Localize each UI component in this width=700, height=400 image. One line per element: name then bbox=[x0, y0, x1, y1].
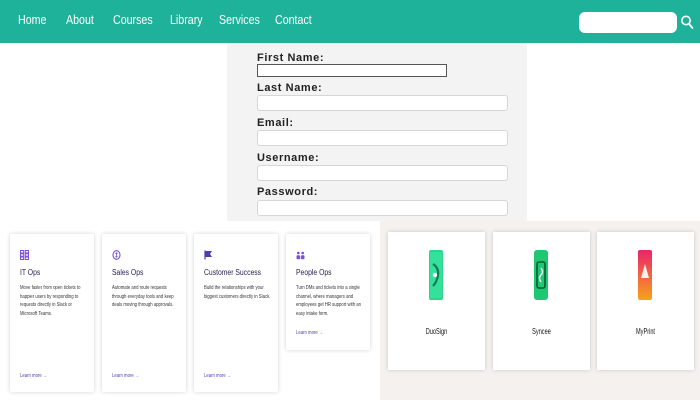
app-card-myprint[interactable]: MyPrint bbox=[597, 232, 694, 370]
app-name: Syncee bbox=[532, 327, 551, 336]
card-it-ops: IT Ops Move faster from open tickets to … bbox=[10, 234, 94, 392]
password-label: Password: bbox=[257, 186, 319, 198]
nav-link-services[interactable]: Services bbox=[219, 12, 260, 27]
learn-more-link[interactable]: Learn more → bbox=[112, 373, 139, 379]
last-name-label: Last Name: bbox=[257, 82, 323, 94]
search-input[interactable] bbox=[579, 12, 677, 33]
signup-form: First Name: Last Name: Email: Username: … bbox=[227, 43, 527, 221]
nav-link-library[interactable]: Library bbox=[170, 12, 203, 27]
username-label: Username: bbox=[257, 152, 320, 164]
username-field[interactable] bbox=[257, 165, 508, 181]
duosign-logo-icon bbox=[429, 250, 443, 300]
nav-link-contact[interactable]: Contact bbox=[275, 12, 312, 27]
card-description: Build the relationships with your bigges… bbox=[204, 285, 271, 300]
app-name: DuoSign bbox=[425, 327, 448, 336]
first-name-field[interactable] bbox=[257, 64, 447, 77]
myprint-logo-icon bbox=[638, 250, 652, 300]
app-card-syncee[interactable]: Syncee bbox=[493, 232, 590, 370]
nav-link-courses[interactable]: Courses bbox=[113, 12, 153, 27]
sales-icon bbox=[112, 250, 121, 260]
card-title: Sales Ops bbox=[112, 268, 144, 277]
people-icon bbox=[296, 251, 305, 260]
learn-more-link[interactable]: Learn more → bbox=[204, 373, 231, 379]
app-card-duosign[interactable]: DuoSign bbox=[388, 232, 485, 370]
learn-more-link[interactable]: Learn more → bbox=[20, 373, 47, 379]
card-title: People Ops bbox=[296, 268, 332, 277]
nav-link-home[interactable]: Home bbox=[18, 12, 46, 27]
search-icon[interactable] bbox=[680, 14, 694, 30]
app-name: MyPrint bbox=[636, 327, 655, 336]
nav-link-about[interactable]: About bbox=[66, 12, 94, 27]
email-field[interactable] bbox=[257, 130, 508, 146]
flag-icon bbox=[204, 250, 212, 260]
card-customer-success: Customer Success Build the relationships… bbox=[194, 234, 278, 392]
grid-icon bbox=[20, 250, 29, 260]
first-name-label: First Name: bbox=[257, 52, 325, 64]
last-name-field[interactable] bbox=[257, 95, 508, 111]
email-label: Email: bbox=[257, 117, 294, 129]
card-title: Customer Success bbox=[204, 268, 262, 277]
password-field[interactable] bbox=[257, 200, 508, 216]
top-navigation-bar: Home About Courses Library Services Cont… bbox=[0, 0, 700, 43]
card-description: Turn DMs and tickets into a single chann… bbox=[296, 285, 361, 317]
card-description: Automate and route requests through ever… bbox=[112, 285, 174, 308]
learn-more-link[interactable]: Learn more → bbox=[296, 330, 323, 336]
card-description: Move faster from open tickets to happier… bbox=[20, 285, 81, 317]
card-people-ops: People Ops Turn DMs and tickets into a s… bbox=[286, 234, 370, 350]
card-title: IT Ops bbox=[20, 268, 41, 277]
syncee-logo-icon bbox=[534, 250, 548, 300]
card-sales-ops: Sales Ops Automate and route requests th… bbox=[102, 234, 186, 392]
